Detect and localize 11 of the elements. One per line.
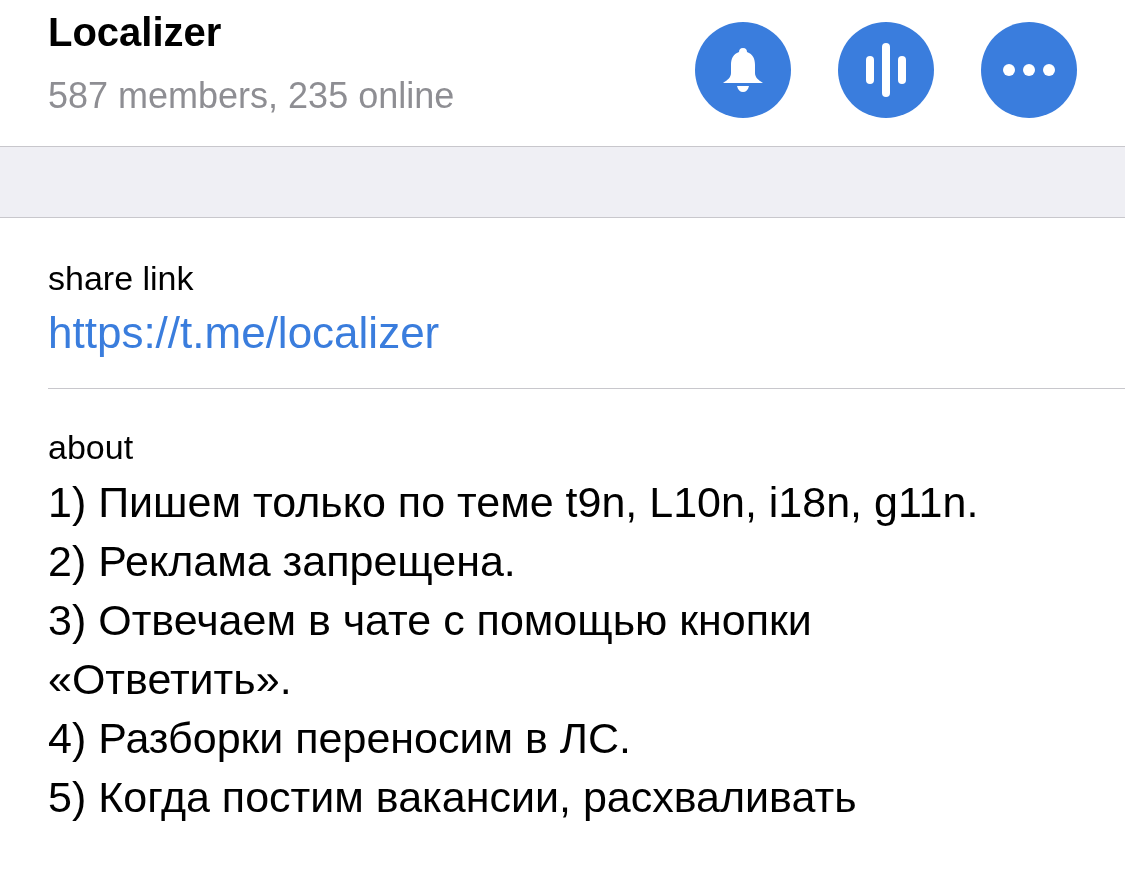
member-count: 587 members, 235 online [48,74,455,118]
rule-text: 1) Пишем только по теме t9n, L10n, i18n, g11n. [48,477,980,528]
rule-text: 5) Когда постим вакансии, расхваливать [48,772,858,823]
field-label: share link [48,258,195,298]
rule-text: 3) Отвечаем в чате с помощью кнопки «Ответить». [48,595,813,705]
chat-title: Localizer [48,9,223,56]
rule-text: 4) Разборки переносим в ЛС. [48,713,633,764]
more-icon [1003,64,1055,76]
rule-text: 2) Реклама запрещена. [48,536,517,587]
field-label: about [48,427,135,467]
share-link[interactable]: https://t.me/localizer [48,306,440,360]
